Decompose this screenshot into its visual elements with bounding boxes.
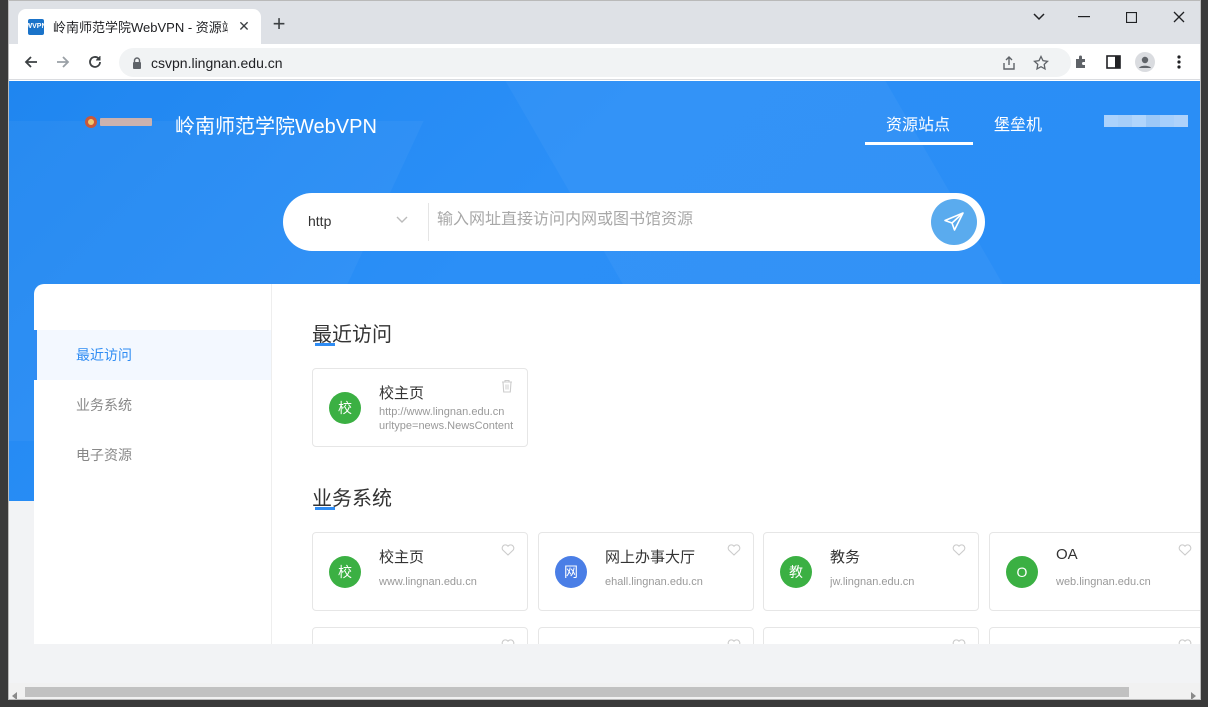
user-avatar-blurred[interactable] [1104,114,1188,127]
browser-tab[interactable]: WVPN 岭南师范学院WebVPN - 资源站点 ✕ [18,9,261,44]
category-sidebar: 最近访问 业务系统 电子资源 [34,284,272,644]
resource-panel: 最近访问 校 校主页 http://www.lingnan.edu.cn url… [272,284,1200,644]
close-window-icon[interactable] [1159,5,1199,29]
lock-icon[interactable] [127,53,147,73]
business-card-jw[interactable]: 教 教务 jw.lingnan.edu.cn [763,532,979,611]
nav-bastion-host[interactable]: 堡垒机 [994,111,1042,135]
card-url: jw.lingnan.edu.cn [830,576,915,588]
bookmark-star-icon[interactable] [1031,53,1051,73]
scroll-right-icon[interactable] [1190,687,1196,699]
business-card-partial[interactable] [312,627,528,644]
recent-card[interactable]: 校 校主页 http://www.lingnan.edu.cn urltype=… [312,368,528,447]
browser-window: WVPN 岭南师范学院WebVPN - 资源站点 ✕ + [8,0,1201,700]
favicon-icon: WVPN [26,18,47,35]
card-name: 网上办事大厅 [605,549,696,566]
trash-icon[interactable] [501,379,515,393]
card-name: OA [1056,546,1078,563]
site-title: 岭南师范学院WebVPN [175,116,377,138]
close-tab-icon[interactable]: ✕ [235,17,253,35]
site-badge: 网 [555,556,587,588]
business-card-oa[interactable]: O OA web.lingnan.edu.cn [989,532,1200,611]
go-button[interactable] [931,199,977,245]
sidebar-item-eresources[interactable]: 电子资源 [34,430,271,480]
university-logo [84,115,154,129]
minimize-icon[interactable] [1064,5,1104,29]
profile-avatar-icon[interactable] [1133,50,1157,74]
heart-icon[interactable] [501,638,515,644]
site-badge: 教 [780,556,812,588]
site-badge: 校 [329,556,361,588]
horizontal-scrollbar[interactable] [9,683,1200,699]
card-name: 校主页 [379,385,425,402]
site-badge: O [1006,556,1038,588]
scroll-left-icon[interactable] [12,687,18,699]
extensions-icon[interactable] [1069,50,1093,74]
heart-icon[interactable] [1178,638,1192,644]
heart-icon[interactable] [952,543,966,557]
send-icon [944,212,964,231]
browser-toolbar: csvpn.lingnan.edu.cn [9,44,1200,80]
new-tab-icon[interactable]: + [269,13,289,35]
reload-icon[interactable] [83,50,107,74]
sidebar-item-business[interactable]: 业务系统 [34,380,271,430]
card-url: ehall.lingnan.edu.cn [605,576,703,588]
address-bar[interactable]: csvpn.lingnan.edu.cn [119,48,1071,77]
business-card-homepage[interactable]: 校 校主页 www.lingnan.edu.cn [312,532,528,611]
maximize-icon[interactable] [1111,5,1151,29]
search-bar: http [283,193,985,251]
sidebar-item-recent[interactable]: 最近访问 [34,330,271,380]
card-url: www.lingnan.edu.cn [379,576,477,588]
back-icon[interactable] [19,50,43,74]
business-card-partial[interactable] [763,627,979,644]
menu-kebab-icon[interactable] [1167,50,1191,74]
card-url: urltype=news.NewsContent [379,420,514,432]
webvpn-page: 岭南师范学院WebVPN 资源站点 堡垒机 http 输入网址直接访问内网或图书… [9,81,1200,683]
search-divider [428,203,429,241]
url-search-input[interactable] [437,211,917,229]
nav-active-indicator [865,142,973,145]
tab-strip: WVPN 岭南师范学院WebVPN - 资源站点 ✕ + [9,1,1200,44]
nav-resource-sites[interactable]: 资源站点 [886,111,950,135]
card-name: 校主页 [379,549,425,566]
section-underline [315,343,335,346]
url-text: csvpn.lingnan.edu.cn [151,55,283,71]
site-badge: 校 [329,392,361,424]
heart-icon[interactable] [727,543,741,557]
card-url: web.lingnan.edu.cn [1056,576,1151,588]
heart-icon[interactable] [501,543,515,557]
heart-icon[interactable] [952,638,966,644]
business-card-ehall[interactable]: 网 网上办事大厅 ehall.lingnan.edu.cn [538,532,754,611]
business-card-partial[interactable] [538,627,754,644]
section-underline [315,507,335,510]
side-panel-icon[interactable] [1101,50,1125,74]
chevron-down-icon[interactable] [396,211,408,229]
share-icon[interactable] [999,53,1019,73]
card-name: 教务 [830,549,861,566]
tab-title: 岭南师范学院WebVPN - 资源站点 [53,20,228,35]
heart-icon[interactable] [727,638,741,644]
card-url: http://www.lingnan.edu.cn [379,406,505,418]
tab-search-chevron-icon[interactable] [1019,5,1059,29]
heart-icon[interactable] [1178,543,1192,557]
forward-icon[interactable] [51,50,75,74]
scrollbar-thumb[interactable] [25,687,1129,697]
business-card-partial[interactable] [989,627,1200,644]
scheme-select[interactable]: http [308,213,331,229]
